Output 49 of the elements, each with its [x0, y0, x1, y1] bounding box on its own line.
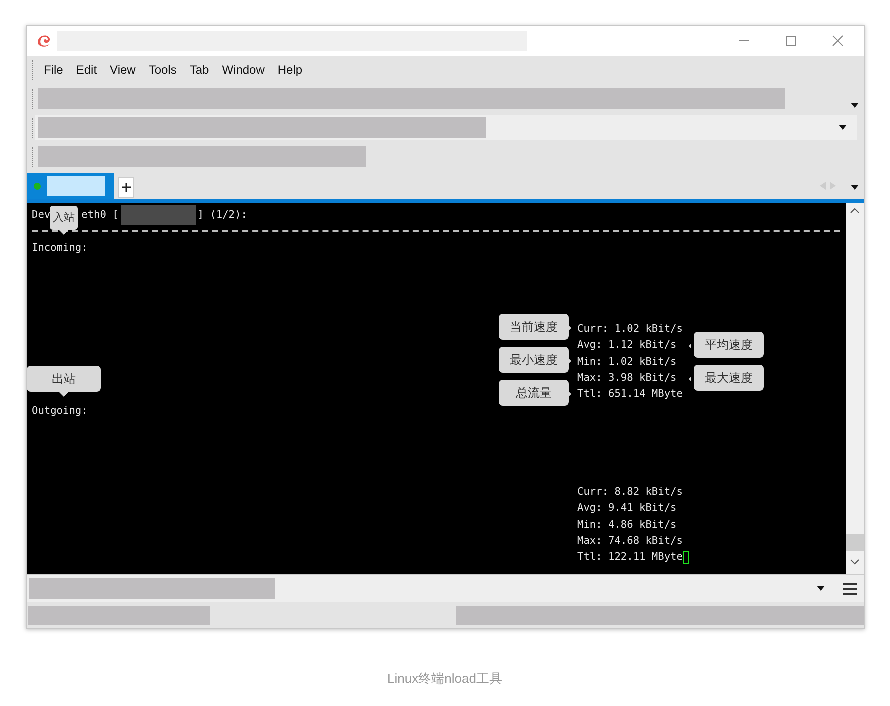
terminal-text: ] (1/2): [198, 208, 248, 223]
pointer-icon [59, 392, 69, 397]
stat-reading: Avg: 1.12 kBit/s [578, 338, 677, 354]
callout-label: 出站 [27, 366, 101, 397]
caption: Linux终端nload工具 [386, 670, 504, 688]
scroll-up-icon[interactable] [850, 208, 860, 214]
stat-reading: Avg: 9.41 kBit/s [578, 501, 677, 516]
section-label: Outgoing: [32, 404, 88, 419]
address-field[interactable] [35, 115, 857, 140]
callout-label: 平均速度 [689, 332, 764, 358]
maximize-icon[interactable] [785, 35, 797, 47]
plus-icon [122, 183, 130, 192]
terminal-text: Dev [32, 208, 51, 223]
section-label: Incoming: [32, 240, 88, 256]
callout-label: 当前速度 [499, 314, 574, 340]
scrollbar-thumb[interactable] [846, 534, 864, 551]
menu-icon[interactable] [843, 582, 857, 594]
callout-label: 最小速度 [499, 347, 574, 373]
caret-icon[interactable] [817, 586, 825, 591]
app-logo-icon [36, 33, 52, 49]
menu-item[interactable]: Help [278, 63, 303, 77]
stat-reading: Max: 74.68 kBit/s [578, 534, 683, 549]
menu-item[interactable]: Edit [76, 63, 98, 77]
stat-reading: Ttl: 651.14 MByte [578, 387, 683, 402]
tab-title-field [47, 176, 105, 196]
menu-item[interactable]: File [44, 63, 64, 77]
stat-reading: Curr: 8.82 kBit/s [578, 485, 683, 500]
caret-icon[interactable] [851, 185, 859, 190]
caret-icon[interactable] [839, 125, 847, 130]
stat-reading: Max: 3.98 kBit/s [578, 370, 677, 386]
callout-label: 最大速度 [689, 365, 764, 391]
menu-item[interactable]: Window [222, 63, 265, 77]
callout-label: 入站 [50, 206, 78, 235]
stat-reading: Ttl: 122.11 MByte [578, 550, 683, 566]
new-tab-button[interactable] [118, 177, 134, 198]
stat-reading: Min: 4.86 kBit/s [578, 518, 677, 533]
caret-icon[interactable] [851, 103, 859, 108]
stat-reading: Curr: 1.02 kBit/s [578, 322, 683, 338]
scroll-down-icon[interactable] [850, 559, 860, 565]
terminal-text: eth0 [ [82, 208, 119, 223]
status-dot-icon [34, 182, 41, 190]
stat-reading: Min: 1.02 kBit/s [578, 354, 677, 370]
close-icon[interactable] [832, 35, 844, 47]
scrollbar[interactable] [846, 203, 864, 574]
menu-item[interactable]: Tab [190, 63, 210, 77]
callout-label: 总流量 [499, 380, 574, 406]
menu-item[interactable]: Tools [148, 63, 177, 77]
pointer-icon [59, 230, 69, 235]
menu-item[interactable]: View [110, 63, 136, 77]
